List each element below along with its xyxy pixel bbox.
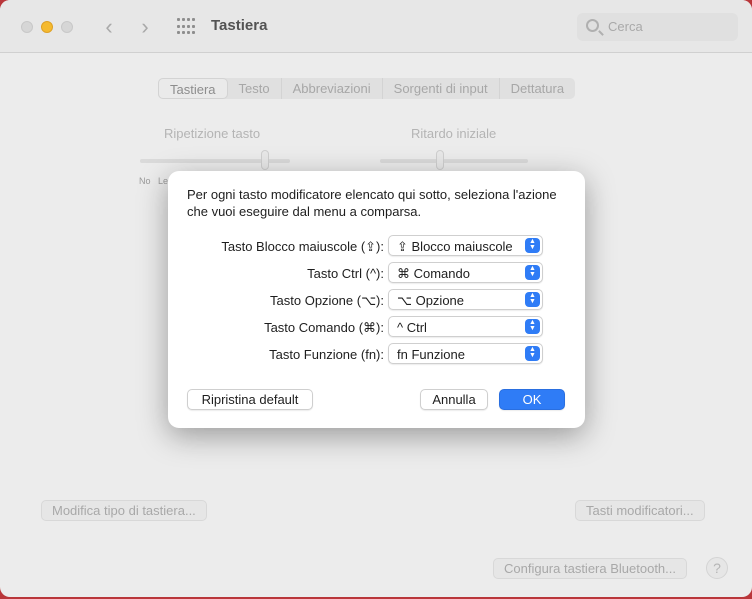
search-placeholder: Cerca [608,19,643,34]
caps-lock-label: Tasto Blocco maiuscole (⇪): [221,239,384,254]
key-repeat-slow-label: Le [158,176,169,186]
ok-button[interactable]: OK [499,389,565,410]
chevron-updown-icon: ▲ ▼ [525,346,540,361]
chevron-updown-icon: ▲ ▼ [525,292,540,307]
chevron-updown-icon: ▲ ▼ [525,238,540,253]
option-row: Tasto Opzione (⌥): ⌥ Opzione ▲ ▼ [168,289,585,311]
ctrl-label: Tasto Ctrl (^): [307,266,384,281]
command-label: Tasto Comando (⌘): [264,320,384,335]
back-chevron-icon[interactable]: ‹ [97,14,121,40]
close-window-button[interactable] [21,21,33,33]
tab-dettatura[interactable]: Dettatura [500,78,575,99]
option-popup[interactable]: ⌥ Opzione ▲ ▼ [388,289,543,310]
preferences-window: ‹ › Tastiera Cerca Tastiera Testo Abbrev… [0,0,752,597]
tab-sorgenti-di-input[interactable]: Sorgenti di input [383,78,500,99]
tab-abbreviazioni[interactable]: Abbreviazioni [282,78,383,99]
caps-lock-popup[interactable]: ⇪ Blocco maiuscole ▲ ▼ [388,235,543,256]
function-value: fn Funzione [397,347,465,362]
function-row: Tasto Funzione (fn): fn Funzione ▲ ▼ [168,343,585,365]
modify-keyboard-type-button[interactable]: Modifica tipo di tastiera... [41,500,207,521]
ctrl-value: ⌘ Comando [397,266,470,281]
ctrl-row: Tasto Ctrl (^): ⌘ Comando ▲ ▼ [168,262,585,284]
tab-tastiera[interactable]: Tastiera [158,78,228,99]
restore-defaults-button[interactable]: Ripristina default [187,389,313,410]
title-bar: ‹ › Tastiera Cerca [0,0,752,53]
show-all-grid-icon[interactable] [177,18,195,36]
function-popup[interactable]: fn Funzione ▲ ▼ [388,343,543,364]
bluetooth-keyboard-button[interactable]: Configura tastiera Bluetooth... [493,558,687,579]
initial-delay-slider-thumb[interactable] [436,150,444,170]
minimize-window-button[interactable] [41,21,53,33]
option-value: ⌥ Opzione [397,293,465,308]
tab-bar: Tastiera Testo Abbreviazioni Sorgenti di… [158,78,576,99]
caps-lock-value: ⇪ Blocco maiuscole [397,239,513,254]
initial-delay-slider-track[interactable] [380,159,528,163]
option-label: Tasto Opzione (⌥): [270,293,384,308]
modifier-keys-button[interactable]: Tasti modificatori... [575,500,705,521]
search-field[interactable]: Cerca [577,13,738,41]
chevron-updown-icon: ▲ ▼ [525,265,540,280]
ctrl-popup[interactable]: ⌘ Comando ▲ ▼ [388,262,543,283]
help-button[interactable]: ? [706,557,728,579]
zoom-window-button[interactable] [61,21,73,33]
tab-testo[interactable]: Testo [228,78,282,99]
key-repeat-slider-thumb[interactable] [261,150,269,170]
key-repeat-label: Ripetizione tasto [164,126,261,141]
window-title: Tastiera [211,17,268,34]
forward-chevron-icon[interactable]: › [133,14,157,40]
modifier-keys-dialog: Per ogni tasto modificatore elencato qui… [168,171,585,428]
caps-lock-row: Tasto Blocco maiuscole (⇪): ⇪ Blocco mai… [168,235,585,257]
initial-delay-label: Ritardo iniziale [411,126,497,141]
search-icon [586,19,599,32]
command-popup[interactable]: ^ Ctrl ▲ ▼ [388,316,543,337]
command-row: Tasto Comando (⌘): ^ Ctrl ▲ ▼ [168,316,585,338]
dialog-message: Per ogni tasto modificatore elencato qui… [187,187,557,219]
cancel-button[interactable]: Annulla [420,389,488,410]
function-label: Tasto Funzione (fn): [269,347,384,362]
command-value: ^ Ctrl [397,320,427,335]
chevron-updown-icon: ▲ ▼ [525,319,540,334]
key-repeat-min-label: No [139,176,151,186]
